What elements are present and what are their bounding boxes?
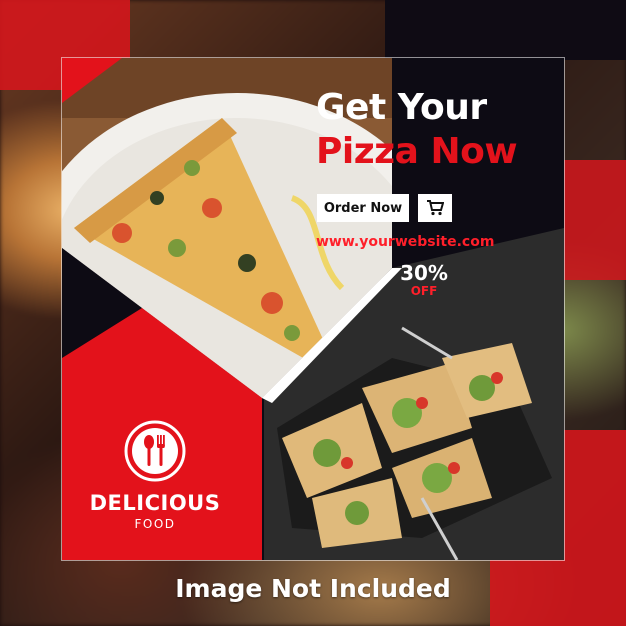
brand-tagline: FOOD	[134, 517, 176, 531]
headline: Get Your Pizza Now	[316, 86, 556, 174]
spoon-fork-icon	[124, 420, 186, 482]
cart-icon	[427, 200, 444, 216]
headline-line-2: Pizza Now	[316, 131, 518, 172]
brand-name: DELICIOUS	[89, 491, 221, 515]
brand-logo: DELICIOUS FOOD	[84, 490, 226, 532]
discount-label: OFF	[410, 284, 438, 298]
cart-button[interactable]	[418, 194, 452, 222]
headline-line-1: Get Your	[316, 87, 487, 128]
discount-percent: 30%	[400, 261, 448, 285]
flyer: Get Your Pizza Now Order Now www.yourweb…	[0, 0, 626, 626]
watermark-caption: Image Not Included	[175, 574, 451, 603]
order-now-button[interactable]: Order Now	[317, 194, 409, 222]
background-dark-shape	[385, 0, 626, 60]
promo-card: Get Your Pizza Now Order Now www.yourweb…	[62, 58, 564, 560]
discount-badge: 30% OFF	[392, 262, 456, 298]
website-link[interactable]: www.yourwebsite.com	[316, 234, 494, 250]
